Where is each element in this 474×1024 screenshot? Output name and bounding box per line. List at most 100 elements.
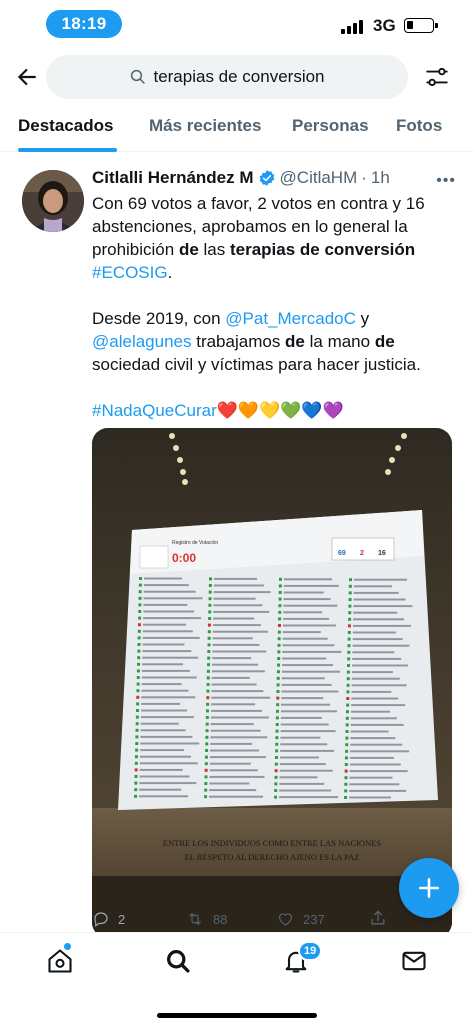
senator-name-line	[279, 769, 333, 772]
text-bold: terapias de conversión	[229, 240, 416, 259]
senator-name-line	[351, 704, 406, 707]
tab-personas[interactable]: Personas	[292, 116, 369, 136]
senator-name-line	[211, 683, 257, 686]
senator-name-line	[281, 710, 337, 713]
senator-name-line	[280, 716, 322, 719]
share-icon	[371, 910, 385, 925]
senator-name-line	[212, 630, 268, 633]
senator-name-line	[210, 749, 260, 752]
senator-name-line	[280, 743, 328, 746]
vote-indicator	[134, 775, 138, 778]
vote-indicator	[345, 736, 349, 740]
senator-name-line	[350, 743, 403, 746]
senator-name-line	[210, 742, 253, 745]
vote-indicator	[204, 782, 208, 785]
mention-link[interactable]: @alelagunes	[92, 332, 192, 351]
bottom-navigation: 19	[0, 932, 474, 1024]
senator-name-line	[139, 775, 190, 778]
retweet-icon	[189, 912, 201, 926]
senator-name-line	[211, 690, 264, 693]
messages-envelope-icon[interactable]	[400, 947, 428, 975]
like-button[interactable]: 237	[276, 910, 325, 928]
retweet-button[interactable]: 88	[185, 910, 227, 928]
vote-indicator	[206, 683, 210, 686]
vote-indicator	[135, 748, 139, 752]
vote-indicator	[278, 604, 282, 608]
senator-name-line	[279, 796, 339, 799]
screen-timer: 0:00	[172, 551, 196, 565]
more-options-icon[interactable]: •••	[436, 172, 456, 190]
senator-name-line	[281, 670, 340, 673]
vote-indicator	[134, 761, 138, 765]
vote-indicator	[138, 596, 142, 600]
senator-name-line	[143, 590, 196, 593]
search-icon	[131, 69, 146, 84]
vote-indicator	[274, 789, 278, 792]
vote-indicator	[276, 676, 280, 680]
vote-indicator	[136, 676, 140, 679]
hashtag-link[interactable]: #ECOSIG	[92, 263, 168, 282]
vote-indicator	[345, 730, 349, 733]
vote-indicator	[136, 695, 140, 699]
vote-indicator	[207, 636, 211, 640]
vote-indicator	[135, 735, 139, 739]
share-button[interactable]	[368, 908, 388, 928]
senator-name-line	[212, 624, 261, 627]
back-arrow-icon[interactable]	[14, 64, 40, 90]
vote-indicator	[208, 584, 212, 587]
mention-link[interactable]: @Pat_MercadoC	[225, 309, 356, 328]
senator-name-line	[211, 703, 256, 706]
home-indicator	[157, 1013, 317, 1018]
explore-search-icon[interactable]	[164, 947, 192, 975]
vote-indicator	[207, 663, 211, 667]
home-icon[interactable]	[46, 947, 74, 975]
senator-name-line	[214, 577, 257, 580]
senator-name-line	[353, 591, 399, 594]
senator-name-line	[140, 716, 194, 719]
vote-indicator	[344, 789, 348, 793]
tweet-media-image[interactable]: Registro de Votación 0:00 69 2 16 ENTRE …	[92, 428, 452, 938]
vote-indicator	[346, 677, 350, 681]
author-handle[interactable]: @CitlaHM	[280, 168, 358, 188]
vote-indicator	[207, 656, 211, 660]
vote-indicator	[345, 743, 349, 747]
vote-indicator	[209, 577, 212, 581]
senator-name-line	[280, 723, 329, 726]
senator-name-line	[279, 763, 326, 766]
vote-indicator	[348, 584, 352, 588]
senator-name-line	[140, 749, 185, 752]
vote-indicator	[277, 663, 281, 667]
reply-button[interactable]: 2	[92, 910, 125, 928]
search-settings-icon[interactable]	[424, 64, 450, 90]
senator-name-line	[350, 730, 389, 733]
senator-name-line	[350, 737, 396, 740]
tweet-paragraph-1: Con 69 votos a favor, 2 votos en contra …	[92, 192, 464, 284]
vote-indicator	[275, 729, 279, 733]
tab-mas-recientes[interactable]: Más recientes	[149, 116, 261, 136]
vote-indicator	[347, 624, 351, 628]
vote-indicator	[274, 782, 278, 786]
vote-indicator	[275, 749, 279, 753]
reply-count: 2	[118, 911, 126, 927]
senator-name-line	[283, 604, 338, 607]
vote-indicator	[207, 650, 211, 653]
text: trabajamos	[191, 332, 286, 351]
compose-tweet-button[interactable]	[399, 858, 459, 918]
vote-indicator	[204, 768, 208, 772]
senator-name-line	[353, 598, 406, 601]
senator-name-line	[351, 710, 390, 713]
avatar[interactable]	[22, 170, 84, 232]
vote-indicator	[205, 749, 209, 752]
search-input[interactable]: terapias de conversion	[46, 55, 408, 99]
hashtag-link[interactable]: #NadaQueCurar	[92, 401, 217, 420]
vote-indicator	[137, 643, 141, 646]
senator-name-line	[282, 631, 321, 634]
senator-name-line	[142, 656, 199, 659]
senator-name-line	[282, 644, 335, 647]
senator-name-line	[143, 584, 189, 587]
vote-indicator	[204, 755, 208, 759]
tab-destacados[interactable]: Destacados	[18, 116, 113, 136]
senator-name-line	[209, 775, 265, 778]
tab-fotos[interactable]: Fotos	[396, 116, 442, 136]
author-name[interactable]: Citlalli Hernández M	[92, 168, 254, 188]
